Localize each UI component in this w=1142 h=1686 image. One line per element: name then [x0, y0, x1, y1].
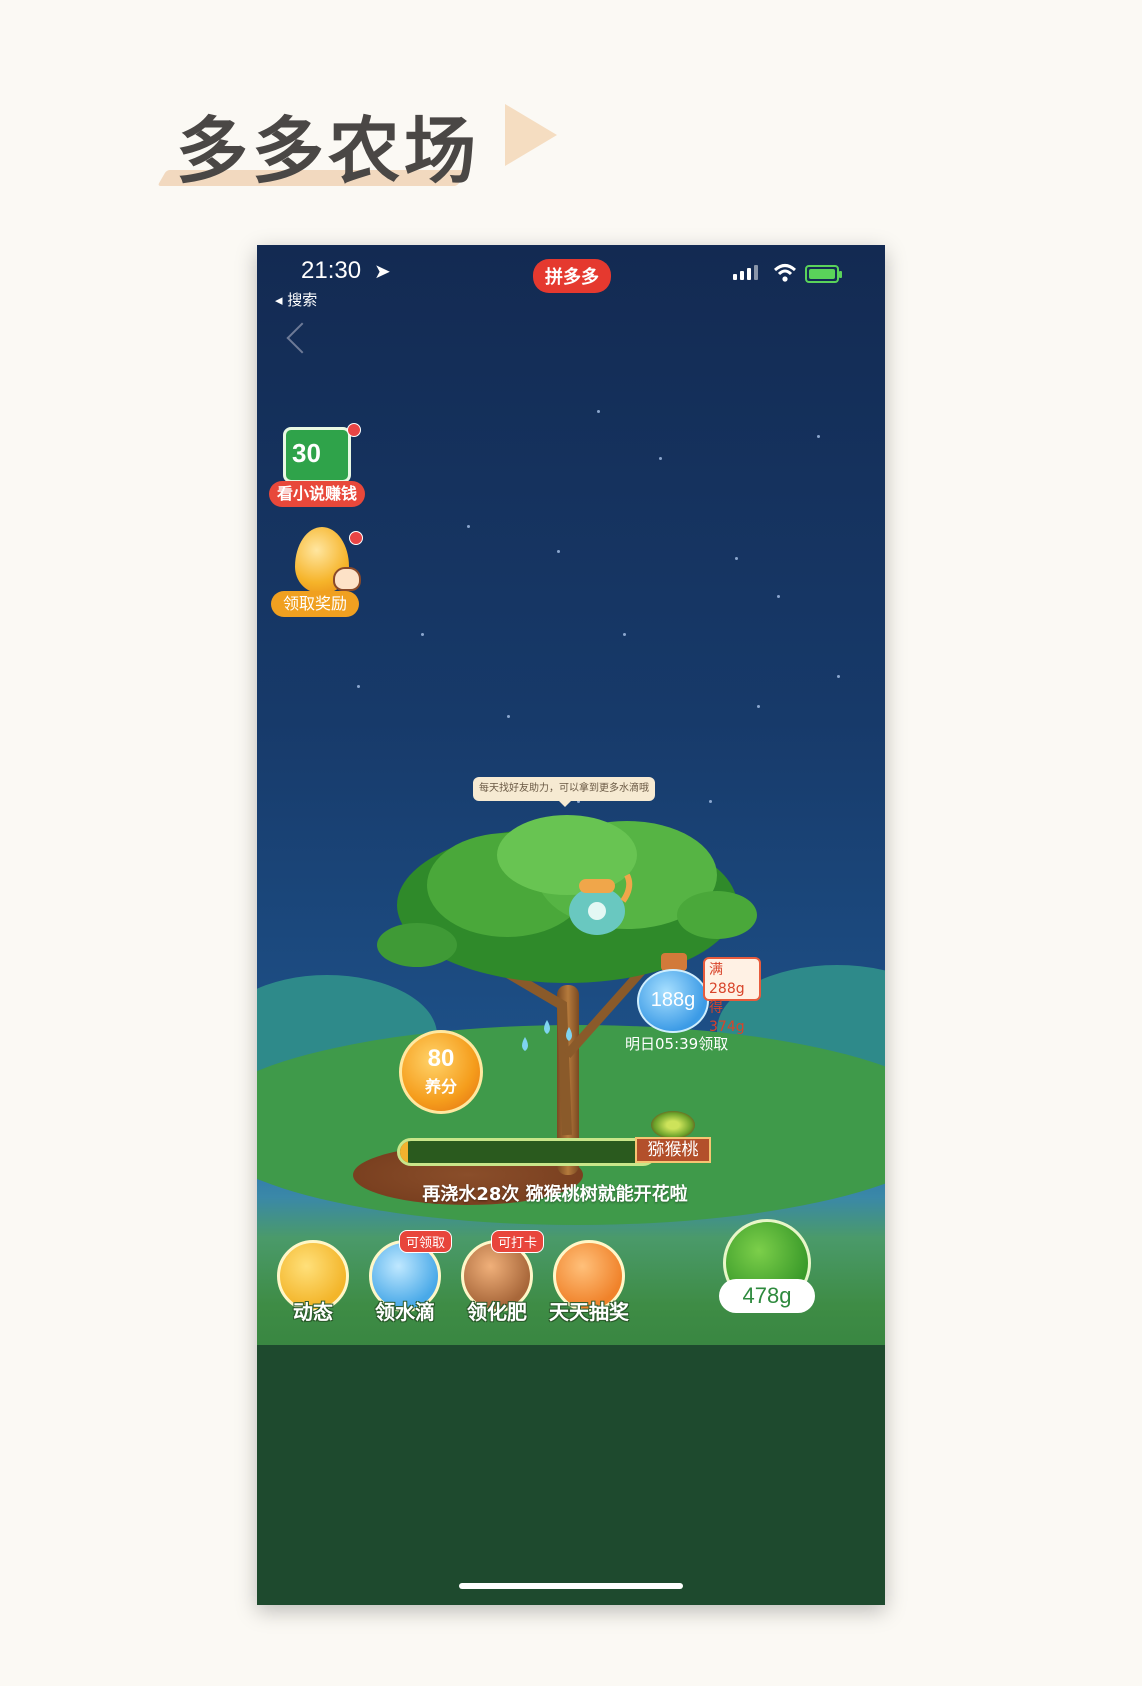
signal-icon — [733, 265, 758, 280]
remaining-water-amount: 478g — [719, 1279, 815, 1313]
back-to-app-link[interactable]: ◂ 搜索 — [275, 289, 317, 310]
friend-help-tip: 每天找好友助力，可以拿到更多水滴哦 — [473, 777, 655, 807]
growth-progress-bar — [397, 1138, 657, 1166]
novel-cash-amount: 30 — [292, 438, 321, 468]
kiwi-fruit-icon — [651, 1111, 695, 1139]
bottom-ground — [257, 1345, 885, 1605]
bottle-claim-time: 明日05:39领取 — [625, 1035, 729, 1053]
novel-promo-label: 看小说赚钱 — [269, 481, 365, 507]
watering-can-icon — [569, 873, 633, 935]
collect-water-tag: 可领取 — [399, 1230, 453, 1253]
progress-hint: 再浇水28次 猕猴桃树就能开花啦 — [257, 1180, 885, 1206]
collect-fertilizer-tag: 可打卡 — [491, 1230, 545, 1253]
back-chevron-icon[interactable] — [286, 322, 318, 354]
phone-screen: 21:30 ➤ ◂ 搜索 拼多多 30 看小说赚钱 领取奖励 每天找好友助力，可… — [257, 245, 885, 1605]
progress-hint-text: 再浇水28次 猕猴桃树就能开花啦 — [422, 1184, 688, 1205]
play-arrow-icon — [505, 104, 557, 166]
bottle-bonus-tag: 满288g 得374g — [703, 957, 761, 1035]
fruit-name: 猕猴桃 — [635, 1137, 711, 1163]
read-novel-promo[interactable]: 30 看小说赚钱 — [269, 423, 365, 517]
location-arrow-icon: ➤ — [374, 259, 391, 283]
home-indicator[interactable] — [459, 1583, 683, 1589]
reward-promo-label: 领取奖励 — [271, 591, 359, 617]
promo-badge-dot — [349, 531, 363, 545]
bottle-water-amount: 188g — [650, 989, 696, 1011]
claim-reward-promo[interactable]: 领取奖励 — [271, 527, 367, 621]
battery-charging-icon — [805, 265, 842, 283]
nutrient-points-bubble[interactable]: 80 养分 — [399, 1030, 483, 1114]
app-name-pill: 拼多多 — [533, 259, 611, 293]
tool-collect-water-label: 领水滴 — [375, 1300, 435, 1324]
nutrient-points-value: 80 — [427, 1045, 455, 1072]
water-bottle[interactable]: 188g — [637, 953, 709, 1035]
bottle-bonus-line1: 满288g — [709, 962, 745, 997]
page-title: 多多农场 — [176, 109, 481, 193]
fruit-badge[interactable]: 猕猴桃 — [635, 1111, 711, 1171]
cash-card-icon: 30 — [283, 427, 351, 483]
growth-progress-fill — [400, 1141, 408, 1163]
nutrient-points-unit: 养分 — [424, 1077, 457, 1096]
water-tree-button[interactable]: 478g — [719, 1219, 815, 1323]
wifi-icon — [773, 264, 797, 282]
tool-collect-water[interactable]: 可领取 领水滴 — [363, 1230, 453, 1332]
pointing-hand-icon — [333, 567, 361, 591]
status-time: 21:30 — [301, 257, 362, 284]
tool-feed-label: 动态 — [293, 1300, 333, 1324]
tool-collect-fertilizer-label: 领化肥 — [467, 1300, 527, 1324]
bottle-bonus-line2: 得374g — [709, 1000, 745, 1035]
tool-daily-lottery[interactable]: 天天抽奖 — [547, 1240, 631, 1332]
tool-feed[interactable]: 动态 — [271, 1240, 355, 1332]
tool-collect-fertilizer[interactable]: 可打卡 领化肥 — [455, 1230, 545, 1332]
promo-badge-dot — [347, 423, 361, 437]
page-canvas: 多多农场 21:30 ➤ ◂ 搜索 拼多多 30 看小说赚钱 领取奖励 每天找好… — [0, 0, 1142, 1686]
tool-daily-lottery-label: 天天抽奖 — [549, 1300, 629, 1324]
status-bar: 21:30 ➤ ◂ 搜索 拼多多 — [257, 245, 885, 315]
